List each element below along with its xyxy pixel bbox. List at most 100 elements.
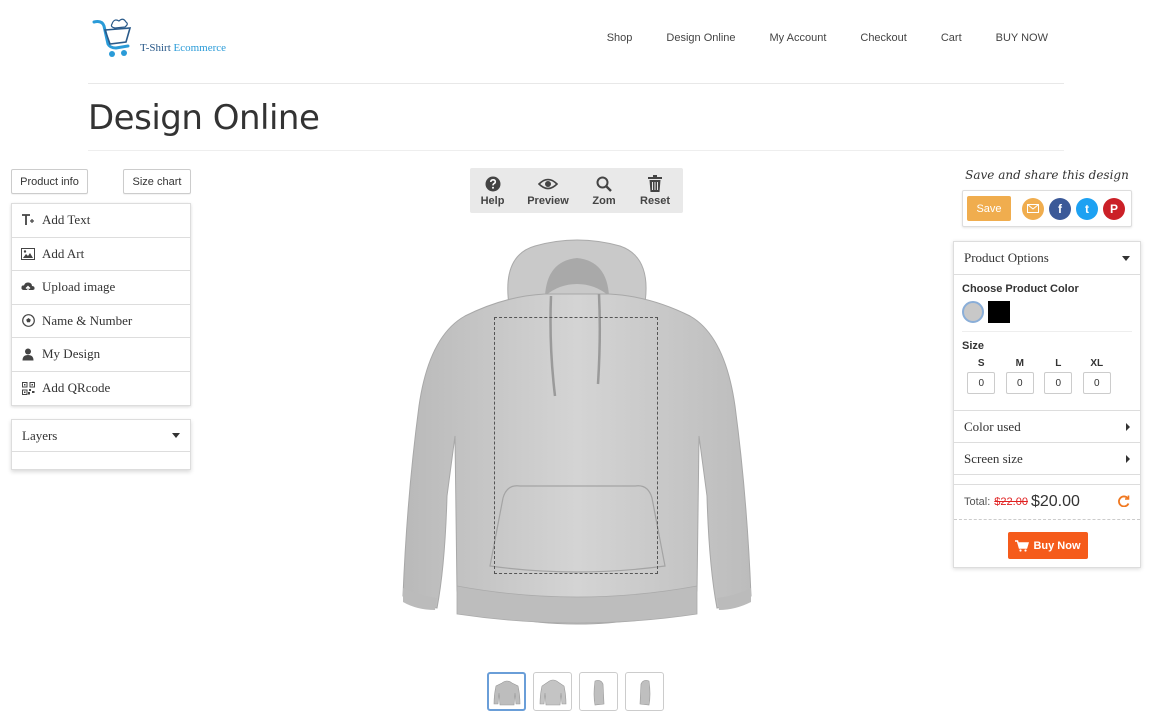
color-used-row[interactable]: Color used [954, 411, 1140, 443]
site-logo[interactable]: T-Shirt Ecommerce [88, 14, 226, 58]
my-design-tool[interactable]: My Design [12, 338, 190, 372]
twitter-icon: t [1085, 201, 1089, 216]
hoodie-front-thumb-icon [493, 680, 520, 705]
layers-header[interactable]: Layers [12, 420, 190, 452]
size-m-quantity-input[interactable] [1005, 372, 1034, 394]
product-options-panel: Product Options Choose Product Color Siz… [953, 241, 1141, 568]
size-xl-quantity-input[interactable] [1082, 372, 1111, 394]
size-chart-button[interactable]: Size chart [123, 169, 191, 194]
pinterest-icon: P [1109, 201, 1118, 216]
title-divider [88, 150, 1064, 151]
size-s-quantity-input[interactable] [967, 372, 996, 394]
product-info-button[interactable]: Product info [11, 169, 88, 194]
size-m-label: M [1015, 358, 1024, 369]
design-tools-menu: Add Text Add Art Upload image Name & Num… [11, 203, 191, 406]
eye-icon [538, 175, 558, 193]
total-label: Total: [964, 496, 991, 508]
preview-button[interactable]: Preview [515, 168, 581, 213]
help-button[interactable]: Help [470, 168, 515, 213]
chevron-down-icon [172, 433, 180, 438]
thumb-left-view[interactable] [579, 672, 618, 711]
share-box: Save f t P [962, 190, 1132, 227]
help-icon [485, 175, 501, 193]
size-l-column: L [1039, 358, 1078, 394]
add-qrcode-label: Add QRcode [42, 380, 111, 396]
size-xl-column: XL [1078, 358, 1117, 394]
canvas-toolbar: Help Preview Zom Reset [470, 168, 683, 213]
cart-icon [1015, 539, 1030, 552]
add-art-tool[interactable]: Add Art [12, 238, 190, 271]
nav-shop[interactable]: Shop [607, 32, 633, 44]
product-view-thumbnails [487, 672, 671, 711]
text-icon [21, 213, 35, 227]
twitter-share-button[interactable]: t [1076, 197, 1098, 220]
upload-cloud-icon [21, 280, 35, 294]
screen-size-label: Screen size [964, 450, 1023, 466]
size-quantity-inputs: S M L XL [962, 358, 1132, 394]
refresh-price-icon[interactable] [1118, 494, 1130, 510]
product-options-header[interactable]: Product Options [954, 242, 1140, 275]
upload-image-tool[interactable]: Upload image [12, 271, 190, 305]
chevron-right-icon [1126, 422, 1130, 431]
current-price: $20.00 [1030, 493, 1080, 510]
screen-size-row[interactable]: Screen size [954, 443, 1140, 475]
share-title: Save and share this design [965, 168, 1129, 182]
image-icon [21, 247, 35, 261]
preview-label: Preview [527, 194, 569, 207]
email-share-button[interactable] [1022, 197, 1044, 220]
thumb-right-view[interactable] [625, 672, 664, 711]
size-s-column: S [962, 358, 1001, 394]
my-design-label: My Design [42, 346, 101, 362]
layers-list [12, 452, 190, 469]
nav-buy-now[interactable]: BUY NOW [996, 32, 1048, 44]
buy-now-label: Buy Now [1033, 539, 1081, 552]
nav-checkout[interactable]: Checkout [860, 32, 906, 44]
main-nav: Shop Design Online My Account Checkout C… [573, 32, 1048, 44]
size-xl-label: XL [1090, 358, 1104, 369]
color-swatches [962, 301, 1132, 332]
qrcode-icon [21, 381, 35, 395]
nav-my-account[interactable]: My Account [770, 32, 827, 44]
save-design-button[interactable]: Save [967, 196, 1011, 221]
zoom-button[interactable]: Zom [581, 168, 627, 213]
nav-cart[interactable]: Cart [941, 32, 962, 44]
soccer-ball-icon [21, 314, 35, 328]
email-icon [1027, 204, 1039, 213]
old-price: $22.00 [994, 496, 1028, 508]
size-l-label: L [1055, 358, 1062, 369]
name-number-tool[interactable]: Name & Number [12, 305, 190, 338]
size-s-label: S [977, 358, 985, 369]
thumb-back-view[interactable] [533, 672, 572, 711]
chevron-right-icon [1126, 454, 1130, 463]
add-art-label: Add Art [42, 245, 85, 261]
total-price-row: Total: $22.00 $20.00 [954, 484, 1140, 520]
layers-panel: Layers [11, 419, 191, 470]
choose-color-label: Choose Product Color [962, 283, 1079, 295]
hoodie-right-thumb-icon [639, 679, 650, 705]
buy-now-button[interactable]: Buy Now [1008, 532, 1088, 559]
site-header: T-Shirt Ecommerce Shop Design Online My … [88, 12, 1064, 84]
reset-button[interactable]: Reset [627, 168, 683, 213]
reset-label: Reset [640, 194, 670, 207]
search-icon [596, 175, 612, 193]
add-text-tool[interactable]: Add Text [12, 204, 190, 238]
size-m-column: M [1001, 358, 1040, 394]
size-l-quantity-input[interactable] [1044, 372, 1073, 394]
help-label: Help [480, 194, 505, 207]
add-qrcode-tool[interactable]: Add QRcode [12, 372, 190, 406]
print-area[interactable] [494, 317, 658, 574]
add-text-label: Add Text [42, 212, 91, 228]
color-swatch-black[interactable] [988, 301, 1010, 323]
user-icon [21, 347, 35, 361]
page-title: Design Online [88, 98, 320, 138]
color-swatch-gray[interactable] [962, 301, 984, 323]
pinterest-share-button[interactable]: P [1103, 197, 1125, 220]
product-options-body: Choose Product Color Size S M L XL [954, 275, 1140, 411]
thumb-front-view[interactable] [487, 672, 526, 711]
facebook-share-button[interactable]: f [1049, 197, 1071, 220]
layers-label: Layers [22, 427, 58, 443]
nav-design-online[interactable]: Design Online [666, 32, 735, 44]
name-number-label: Name & Number [42, 312, 133, 328]
hoodie-left-thumb-icon [593, 679, 604, 705]
size-label: Size [962, 340, 985, 352]
